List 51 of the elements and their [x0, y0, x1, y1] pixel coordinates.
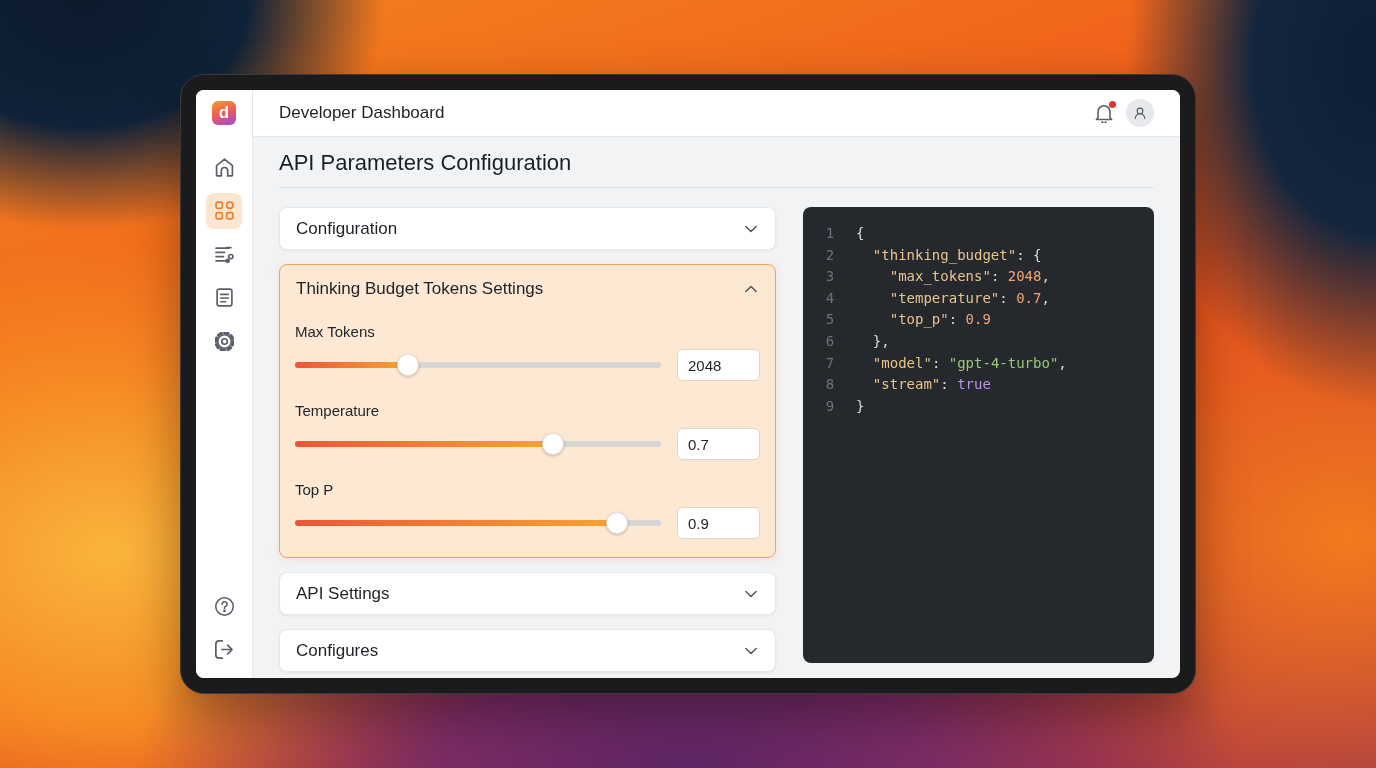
parameter-label: Top P — [295, 481, 334, 499]
grid-icon — [214, 201, 234, 220]
chevron-up-icon — [745, 285, 757, 293]
parameter-label: Temperature — [295, 402, 380, 420]
slider-track[interactable] — [295, 354, 661, 376]
document-icon — [214, 288, 234, 307]
accordion-header[interactable]: Configures — [279, 629, 776, 672]
code-line: "model": "gpt-4-turbo", — [872, 353, 1067, 373]
header-title: Developer Dashboard — [279, 103, 445, 123]
help-icon[interactable] — [214, 596, 234, 616]
chevron-down-icon — [745, 646, 757, 655]
line-number: 1 — [824, 224, 836, 243]
slider-thumb[interactable] — [606, 512, 629, 534]
code-line: "temperature": 0.7, — [889, 288, 1050, 308]
logout-icon[interactable] — [214, 639, 234, 659]
parameter-label: Max Tokens — [295, 323, 375, 341]
slider-track[interactable] — [295, 512, 661, 534]
slider-thumb[interactable] — [397, 354, 420, 376]
slider-track[interactable] — [295, 433, 661, 455]
settings-icon — [214, 331, 234, 351]
code-line: "stream": true — [872, 375, 991, 395]
value-input[interactable]: 0.7 — [677, 428, 760, 460]
slider-thumb[interactable] — [542, 433, 564, 455]
code-line: "top_p": 0.9 — [889, 310, 991, 330]
line-number: 8 — [824, 375, 836, 395]
value-input[interactable]: 0.9 — [677, 507, 760, 539]
code-line: { — [856, 224, 865, 243]
sliders-icon — [214, 244, 234, 264]
line-number: 7 — [824, 353, 836, 373]
chevron-down-icon — [745, 589, 757, 598]
code-line: "thinking_budget": { — [872, 245, 1042, 266]
line-number: 3 — [824, 267, 836, 287]
accordion-header[interactable]: Configuration — [279, 207, 776, 250]
line-number: 9 — [824, 396, 836, 416]
line-number: 5 — [824, 310, 836, 330]
app-logo: d — [212, 101, 236, 125]
chevron-down-icon — [745, 224, 757, 233]
sidebar-item[interactable] — [206, 192, 242, 229]
accordion-header[interactable]: API Settings — [279, 572, 776, 615]
home-icon — [214, 157, 234, 177]
code-line: }, — [872, 331, 890, 351]
user-avatar-icon[interactable] — [1126, 99, 1154, 127]
line-number: 2 — [824, 245, 836, 265]
line-number: 6 — [824, 331, 836, 351]
page-title: API Parameters Configuration — [279, 149, 1154, 188]
value-input[interactable]: 2048 — [677, 349, 760, 381]
line-number: 4 — [824, 288, 836, 308]
code-line: "max_tokens": 2048, — [889, 267, 1050, 287]
code-line: } — [856, 396, 865, 416]
notification-bell-icon[interactable] — [1095, 103, 1113, 123]
accordion-header[interactable]: Thinking Budget Tokens Settings — [280, 265, 775, 313]
